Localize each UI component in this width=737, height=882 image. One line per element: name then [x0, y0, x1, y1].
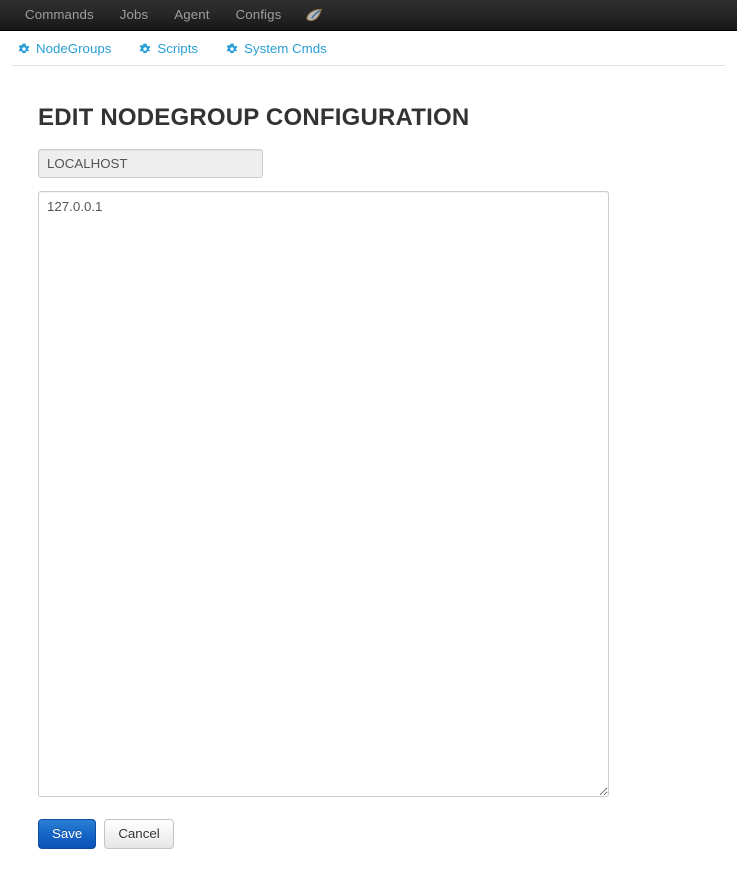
page-title: EDIT NODEGROUP CONFIGURATION [38, 104, 470, 131]
nav-item-agent[interactable]: Agent [161, 8, 222, 22]
subnav-item-scripts[interactable]: Scripts [139, 41, 198, 56]
top-navbar: Commands Jobs Agent Configs [0, 0, 737, 31]
gear-icon [18, 43, 30, 53]
subnav-label-scripts: Scripts [157, 41, 199, 56]
subnav-item-nodegroups[interactable]: NodeGroups [18, 41, 111, 56]
save-button[interactable]: Save [38, 819, 97, 849]
gear-icon [140, 43, 151, 53]
leaf-icon-button[interactable] [294, 8, 335, 23]
cancel-button[interactable]: Cancel [104, 819, 174, 849]
leaf-icon [306, 8, 323, 23]
nodegroup-nodes-textarea[interactable] [38, 191, 609, 797]
gear-icon [226, 43, 238, 53]
subnav-label-nodegroups: NodeGroups [36, 41, 112, 56]
nav-item-commands[interactable]: Commands [12, 8, 107, 22]
subnav-item-system-cmds[interactable]: System Cmds [226, 41, 327, 56]
nav-item-jobs[interactable]: Jobs [107, 8, 162, 22]
nav-item-configs[interactable]: Configs [223, 8, 295, 22]
sub-navbar: NodeGroups Scripts System Cmds [0, 31, 737, 66]
subnav-label-system-cmds: System Cmds [244, 41, 327, 56]
nodegroup-name-input[interactable] [38, 149, 263, 178]
form-actions: Save Cancel [38, 819, 174, 849]
